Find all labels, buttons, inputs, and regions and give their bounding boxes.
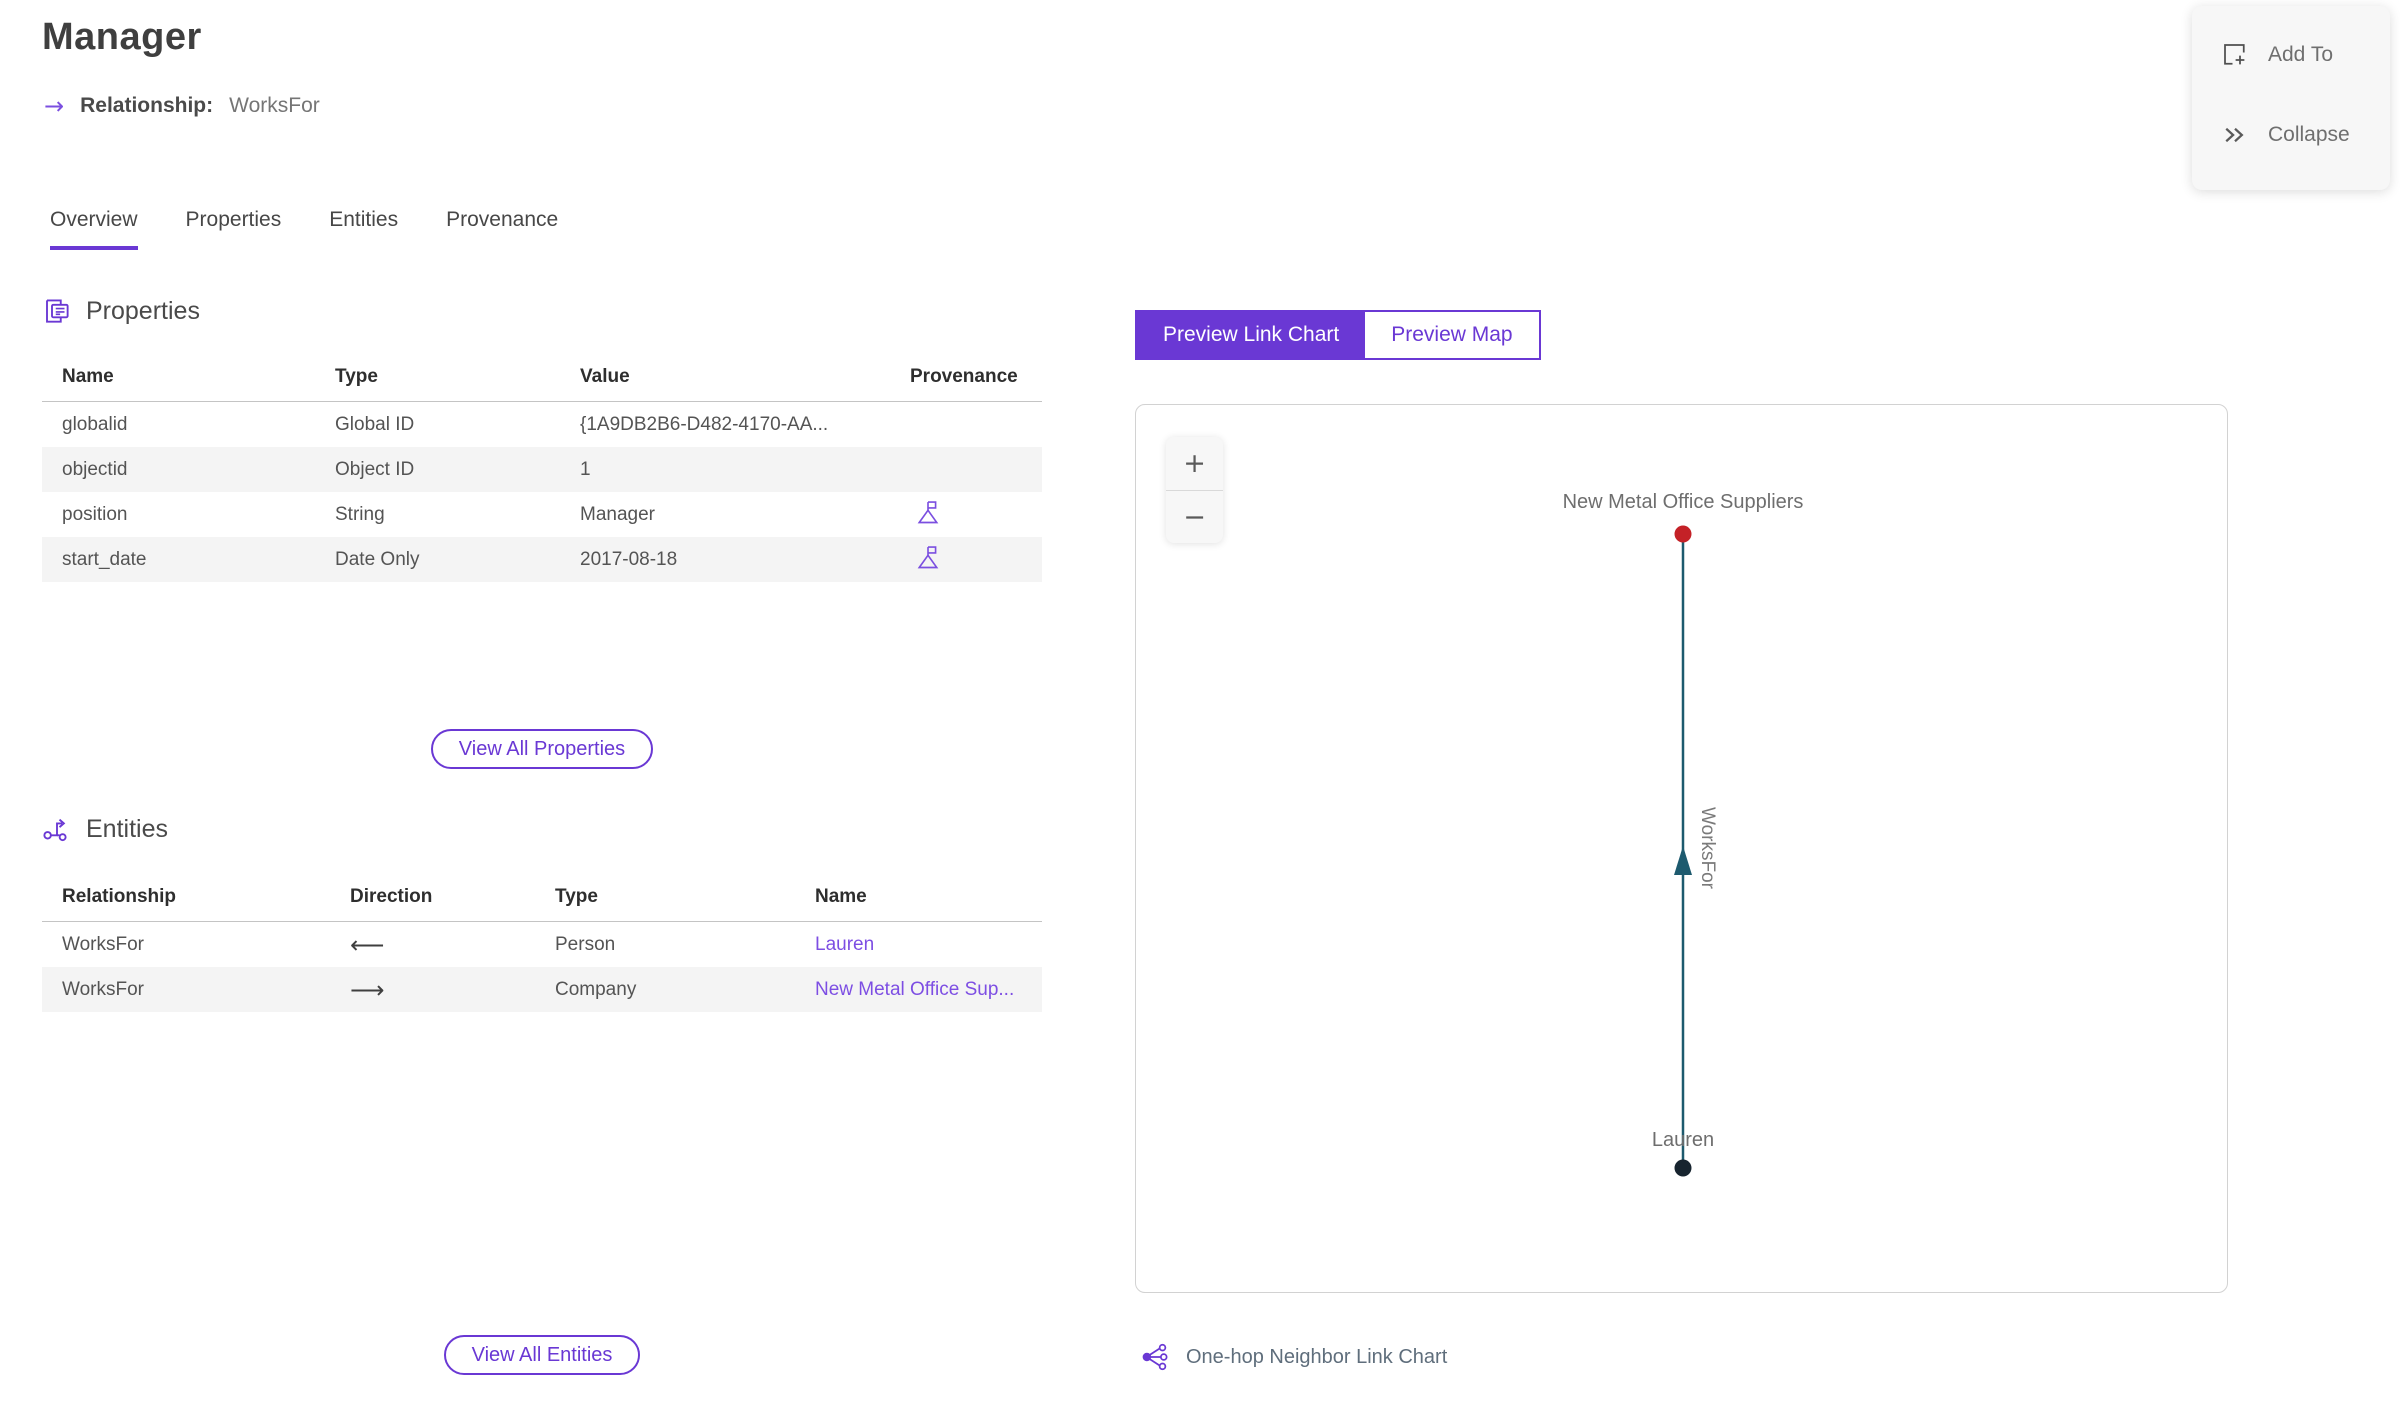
prop-name: position	[62, 503, 128, 525]
prop-value: Manager	[580, 503, 655, 525]
edge-label: WorksFor	[1697, 807, 1718, 890]
tab-provenance[interactable]: Provenance	[446, 208, 558, 250]
node-label-company: New Metal Office Suppliers	[1563, 491, 1804, 513]
node-person[interactable]	[1674, 1159, 1692, 1177]
col-name: Name	[62, 365, 114, 387]
table-row: objectid Object ID 1	[42, 447, 1042, 492]
col-value: Value	[580, 365, 630, 387]
preview-link-chart-button[interactable]: Preview Link Chart	[1137, 312, 1366, 358]
entity-name-link[interactable]: Lauren	[795, 934, 1042, 956]
col-relationship: Relationship	[62, 885, 177, 907]
view-all-properties-wrap: View All Properties	[42, 729, 1042, 769]
entities-section-header: Entities	[42, 814, 168, 844]
link-chart-panel: WorksFor New Metal Office Suppliers Laur…	[1135, 404, 2228, 1293]
preview-toggle: Preview Link Chart Preview Map	[1135, 310, 1541, 360]
tab-overview[interactable]: Overview	[50, 208, 138, 250]
tab-bar: Overview Properties Entities Provenance	[50, 208, 558, 250]
entity-detail-page: Manager → Relationship: WorksFor Add To	[0, 0, 2400, 1401]
entities-table-header: Relationship Direction Type Name	[42, 872, 1042, 922]
prop-type: Date Only	[335, 548, 420, 570]
relationship-label: Relationship:	[80, 94, 214, 117]
entity-relationship: WorksFor	[62, 978, 144, 1000]
chart-caption: One-hop Neighbor Link Chart	[1140, 1342, 1447, 1372]
link-chart-canvas[interactable]: WorksFor New Metal Office Suppliers Laur…	[1136, 405, 2229, 1294]
properties-table: Name Type Value Provenance globalid Glob…	[42, 352, 1042, 582]
collapse-label: Collapse	[2268, 123, 2350, 146]
col-direction: Direction	[350, 885, 433, 907]
properties-section-title: Properties	[86, 296, 200, 325]
prop-name: start_date	[62, 548, 147, 570]
zoom-out-button[interactable]: −	[1166, 490, 1223, 543]
actions-panel: Add To Collapse	[2192, 6, 2390, 190]
direction-arrow-right-icon: ⟶	[350, 975, 385, 1004]
entity-relationship: WorksFor	[62, 933, 144, 955]
node-label-person: Lauren	[1652, 1129, 1714, 1151]
prop-provenance	[890, 498, 1042, 532]
entities-graph-icon	[42, 814, 72, 844]
view-all-entities-wrap: View All Entities	[42, 1335, 1042, 1375]
entity-name-link[interactable]: New Metal Office Sup...	[795, 979, 1042, 1001]
col-type: Type	[335, 365, 378, 387]
direction-arrow-left-icon: ⟵	[350, 930, 385, 959]
provenance-flag-icon[interactable]	[914, 498, 942, 526]
add-to-button[interactable]: Add To	[2192, 26, 2390, 84]
table-row: WorksFor ⟶ Company New Metal Office Sup.…	[42, 967, 1042, 1012]
table-row: globalid Global ID {1A9DB2B6-D482-4170-A…	[42, 402, 1042, 447]
collapse-chevrons-icon	[2220, 120, 2250, 150]
add-to-label: Add To	[2268, 43, 2333, 66]
entities-section-title: Entities	[86, 814, 168, 843]
entity-type: Company	[555, 978, 637, 1000]
col-type: Type	[555, 885, 598, 907]
relationship-arrow-icon: →	[44, 92, 65, 120]
zoom-in-button[interactable]: +	[1166, 437, 1223, 490]
prop-type: String	[335, 503, 385, 525]
provenance-flag-icon[interactable]	[914, 543, 942, 571]
col-provenance: Provenance	[910, 365, 1018, 387]
prop-value: 2017-08-18	[580, 548, 678, 570]
preview-map-button[interactable]: Preview Map	[1365, 312, 1539, 358]
edge-arrow-up-icon	[1674, 846, 1692, 875]
tab-properties[interactable]: Properties	[186, 208, 282, 250]
prop-value: {1A9DB2B6-D482-4170-AA...	[580, 413, 829, 435]
view-all-properties-button[interactable]: View All Properties	[430, 729, 654, 769]
one-hop-network-icon	[1140, 1342, 1170, 1372]
prop-type: Object ID	[335, 458, 415, 480]
node-company[interactable]	[1674, 525, 1692, 543]
table-row: position String Manager	[42, 492, 1042, 537]
chart-caption-label: One-hop Neighbor Link Chart	[1186, 1345, 1448, 1368]
prop-name: globalid	[62, 413, 128, 435]
table-row: start_date Date Only 2017-08-18	[42, 537, 1042, 582]
tab-entities[interactable]: Entities	[329, 208, 398, 250]
relationship-value: WorksFor	[229, 94, 320, 117]
collapse-button[interactable]: Collapse	[2192, 106, 2390, 164]
view-all-entities-button[interactable]: View All Entities	[443, 1335, 641, 1375]
prop-value: 1	[580, 458, 591, 480]
prop-provenance	[890, 543, 1042, 577]
properties-table-header: Name Type Value Provenance	[42, 352, 1042, 402]
properties-popup-icon	[42, 296, 72, 326]
col-name: Name	[815, 885, 867, 907]
page-title: Manager	[42, 16, 202, 58]
zoom-control: + −	[1166, 437, 1223, 543]
prop-name: objectid	[62, 458, 128, 480]
table-row: WorksFor ⟵ Person Lauren	[42, 922, 1042, 967]
entity-type: Person	[555, 933, 616, 955]
entities-table: Relationship Direction Type Name WorksFo…	[42, 872, 1042, 1012]
relationship-subtitle: → Relationship: WorksFor	[44, 92, 320, 120]
properties-section-header: Properties	[42, 296, 200, 326]
add-to-icon	[2220, 40, 2250, 70]
prop-type: Global ID	[335, 413, 415, 435]
